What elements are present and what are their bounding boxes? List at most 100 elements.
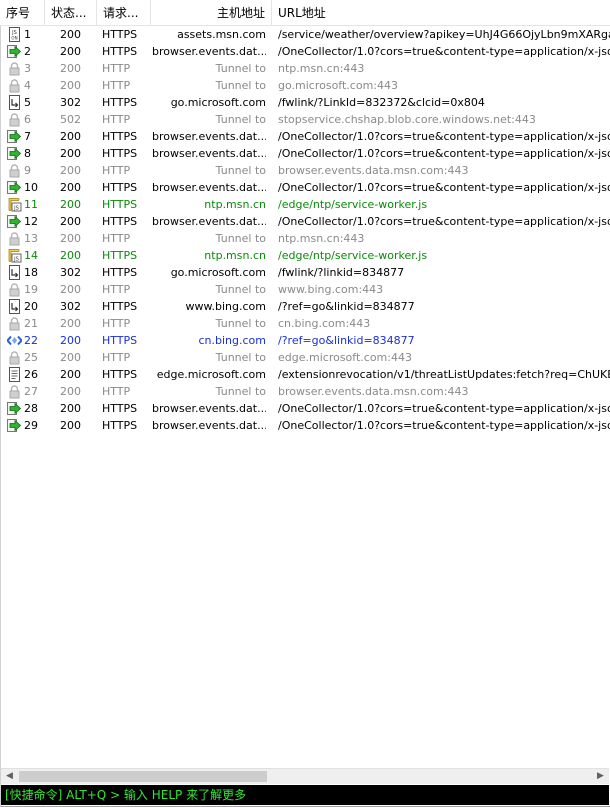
session-row[interactable]: 13 200 HTTP Tunnel to ntp.msn.cn:443 xyxy=(0,230,610,247)
session-url: stopservice.chshap.blob.core.windows.net… xyxy=(278,113,536,126)
session-host: assets.msn.com xyxy=(177,28,266,41)
session-status: 200 xyxy=(60,232,81,245)
session-host: browser.events.dat... xyxy=(152,215,266,228)
session-row[interactable]: 5 302 HTTPS go.microsoft.com/fwlink/?LinkId… xyxy=(0,94,610,111)
session-protocol: HTTPS xyxy=(102,368,138,381)
session-protocol: HTTPS xyxy=(102,28,138,41)
session-status: 200 xyxy=(60,198,81,211)
session-row[interactable]: 22 200 HTTPS cn.bing.com /?ref=go&linkid=834… xyxy=(0,332,610,349)
js-script-icon: JS xyxy=(7,248,22,263)
green-arrow-icon xyxy=(7,44,22,59)
session-host: browser.events.dat... xyxy=(152,419,266,432)
session-row[interactable]: 6 502 HTTP Tunnel to stopservice.chshap.blob… xyxy=(0,111,610,128)
session-row[interactable]: 4 200 HTTP Tunnel to go.microsoft.com:443 xyxy=(0,77,610,94)
session-row[interactable]: 27 200 HTTP Tunnel to browser.events.data.ms… xyxy=(0,383,610,400)
session-status: 200 xyxy=(60,130,81,143)
session-id: 10 xyxy=(24,181,38,194)
session-row[interactable]: 26 200 HTTPS edge.microsoft.com/extensionre… xyxy=(0,366,610,383)
session-url: /edge/ntp/service-worker.js xyxy=(278,198,428,211)
session-host: cn.bing.com xyxy=(198,334,267,347)
session-url: /OneCollector/1.0?cors=true&content-type… xyxy=(278,130,610,143)
session-url: /OneCollector/1.0?cors=true&content-type… xyxy=(278,181,610,194)
session-id: 22 xyxy=(24,334,38,347)
session-row[interactable]: JS 11 200 HTTPS ntp.msn.cn/edge/ntp/service-… xyxy=(0,196,610,213)
green-arrow-icon xyxy=(7,214,22,229)
session-url: /?ref=go&linkid=834877 xyxy=(278,334,415,347)
session-url: browser.events.data.msn.com:443 xyxy=(278,385,469,398)
session-url: /OneCollector/1.0?cors=true&content-type… xyxy=(278,402,610,415)
session-row[interactable]: 21 200 HTTP Tunnel to cn.bing.com:443 xyxy=(0,315,610,332)
session-row[interactable]: 19 200 HTTP Tunnel to www.bing.com:443 xyxy=(0,281,610,298)
session-id: 9 xyxy=(24,164,31,177)
session-row[interactable]: 8 200 HTTPS browser.events.dat... /OneCollec… xyxy=(0,145,610,162)
session-status: 200 xyxy=(60,385,81,398)
session-protocol: HTTPS xyxy=(102,181,138,194)
session-row[interactable]: 12 200 HTTPS browser.events.dat... /OneColle… xyxy=(0,213,610,230)
session-row[interactable]: 10 200 HTTPS browser.events.dat... /OneColle… xyxy=(0,179,610,196)
session-row[interactable]: 25 200 HTTP Tunnel to edge.microsoft.com:443 xyxy=(0,349,610,366)
session-id: 1 xyxy=(24,28,31,41)
column-header-url[interactable]: URL地址 xyxy=(272,0,610,25)
session-id: 12 xyxy=(24,215,38,228)
session-status: 200 xyxy=(60,334,81,347)
session-protocol: HTTPS xyxy=(102,334,138,347)
column-header-status[interactable]: 状态... xyxy=(45,0,97,25)
green-arrow-icon xyxy=(7,129,22,144)
scroll-left-icon[interactable]: ◀ xyxy=(1,769,18,784)
session-host: go.microsoft.com xyxy=(170,96,266,109)
session-host: Tunnel to xyxy=(215,351,266,364)
session-url: ntp.msn.cn:443 xyxy=(278,62,365,75)
session-row[interactable]: JS 14 200 HTTPS ntp.msn.cn/edge/ntp/service-… xyxy=(0,247,610,264)
session-row[interactable]: 7 200 HTTPS browser.events.dat... /OneCollec… xyxy=(0,128,610,145)
session-host: ntp.msn.cn xyxy=(204,198,266,211)
session-id: 6 xyxy=(24,113,31,126)
session-status: 200 xyxy=(60,419,81,432)
session-url: /OneCollector/1.0?cors=true&content-type… xyxy=(278,419,610,432)
session-protocol: HTTPS xyxy=(102,419,138,432)
session-id: 7 xyxy=(24,130,31,143)
session-host: browser.events.dat... xyxy=(152,45,266,58)
column-header-host[interactable]: 主机地址 xyxy=(151,0,272,25)
session-row[interactable]: 2 200 HTTPS browser.events.dat... /OneCollec… xyxy=(0,43,610,60)
session-protocol: HTTPS xyxy=(102,266,138,279)
session-status: 200 xyxy=(60,249,81,262)
session-url: /OneCollector/1.0?cors=true&content-type… xyxy=(278,215,610,228)
session-row[interactable]: 9 200 HTTP Tunnel to browser.events.data.msn… xyxy=(0,162,610,179)
session-status: 200 xyxy=(60,351,81,364)
scroll-right-icon[interactable]: ▶ xyxy=(592,769,609,784)
column-header-id[interactable]: 序号 xyxy=(0,0,45,25)
scrollbar-thumb[interactable] xyxy=(19,771,267,782)
session-host: browser.events.dat... xyxy=(152,181,266,194)
session-protocol: HTTPS xyxy=(102,300,138,313)
js-doc-icon: JS ON xyxy=(7,27,22,42)
session-id: 26 xyxy=(24,368,38,381)
session-status: 200 xyxy=(60,79,81,92)
quickexec-command-bar[interactable]: [快捷命令] ALT+Q > 输入 HELP 来了解更多 xyxy=(1,785,609,805)
session-protocol: HTTP xyxy=(102,351,131,364)
session-row[interactable]: 3 200 HTTP Tunnel to ntp.msn.cn:443 xyxy=(0,60,610,77)
session-row[interactable]: JS ON 1 200 HTTPS assets.msn.com/service/weat… xyxy=(0,26,610,43)
session-row[interactable]: 29 200 HTTPS browser.events.dat... /OneColle… xyxy=(0,417,610,434)
green-arrow-icon xyxy=(7,418,22,433)
session-protocol: HTTP xyxy=(102,385,131,398)
session-row[interactable]: 20 302 HTTPS www.bing.com /?ref=go&linkid=83… xyxy=(0,298,610,315)
session-id: 21 xyxy=(24,317,38,330)
session-row[interactable]: 28 200 HTTPS browser.events.dat... /OneColle… xyxy=(0,400,610,417)
horizontal-scrollbar[interactable]: ◀ ▶ xyxy=(1,768,609,784)
session-url: /extensionrevocation/v1/threatListUpdate… xyxy=(278,368,610,381)
session-status: 302 xyxy=(60,96,81,109)
session-protocol: HTTP xyxy=(102,283,131,296)
session-protocol: HTTPS xyxy=(102,96,138,109)
column-header-protocol[interactable]: 请求... xyxy=(97,0,151,25)
session-host: Tunnel to xyxy=(215,385,266,398)
session-status: 200 xyxy=(60,368,81,381)
session-id: 3 xyxy=(24,62,31,75)
session-host: www.bing.com xyxy=(185,300,266,313)
session-protocol: HTTP xyxy=(102,164,131,177)
lock-icon xyxy=(7,61,22,76)
green-arrow-icon xyxy=(7,146,22,161)
session-row[interactable]: 18 302 HTTPS go.microsoft.com/fwlink/?linki… xyxy=(0,264,610,281)
session-url: /?ref=go&linkid=834877 xyxy=(278,300,415,313)
green-arrow-icon xyxy=(7,180,22,195)
session-protocol: HTTP xyxy=(102,62,131,75)
